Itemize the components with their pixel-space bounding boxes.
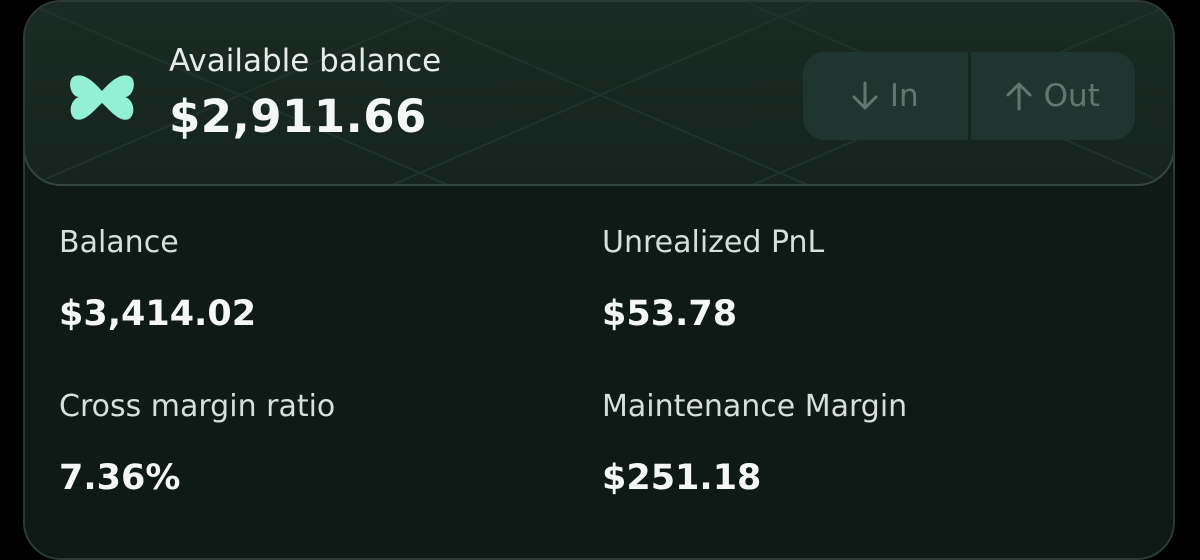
cross-margin-ratio-value: 7.36%: [59, 458, 181, 498]
cross-margin-ratio-label: Cross margin ratio: [59, 389, 336, 424]
maintenance-margin-value: $251.18: [602, 458, 762, 498]
withdraw-out-button[interactable]: Out: [967, 52, 1136, 140]
withdraw-out-label: Out: [1043, 78, 1100, 114]
brand-logo-icon: [70, 75, 134, 120]
balance-value: $3,414.02: [59, 294, 257, 334]
available-balance-header: Available balance $2,911.66 In Out: [25, 2, 1173, 186]
deposit-in-button[interactable]: In: [803, 52, 968, 140]
transfer-button-group: In Out: [803, 52, 1135, 140]
deposit-in-label: In: [889, 78, 919, 114]
maintenance-margin-label: Maintenance Margin: [602, 389, 908, 424]
unrealized-pnl-label: Unrealized PnL: [602, 225, 825, 260]
account-summary-card: Available balance $2,911.66 In Out Balan…: [23, 0, 1175, 560]
arrow-down-icon: [852, 81, 878, 110]
balance-label: Balance: [59, 225, 179, 260]
arrow-up-icon: [1006, 82, 1032, 111]
unrealized-pnl-value: $53.78: [602, 294, 738, 334]
available-balance-label: Available balance: [169, 43, 442, 79]
available-balance-value: $2,911.66: [169, 90, 427, 143]
